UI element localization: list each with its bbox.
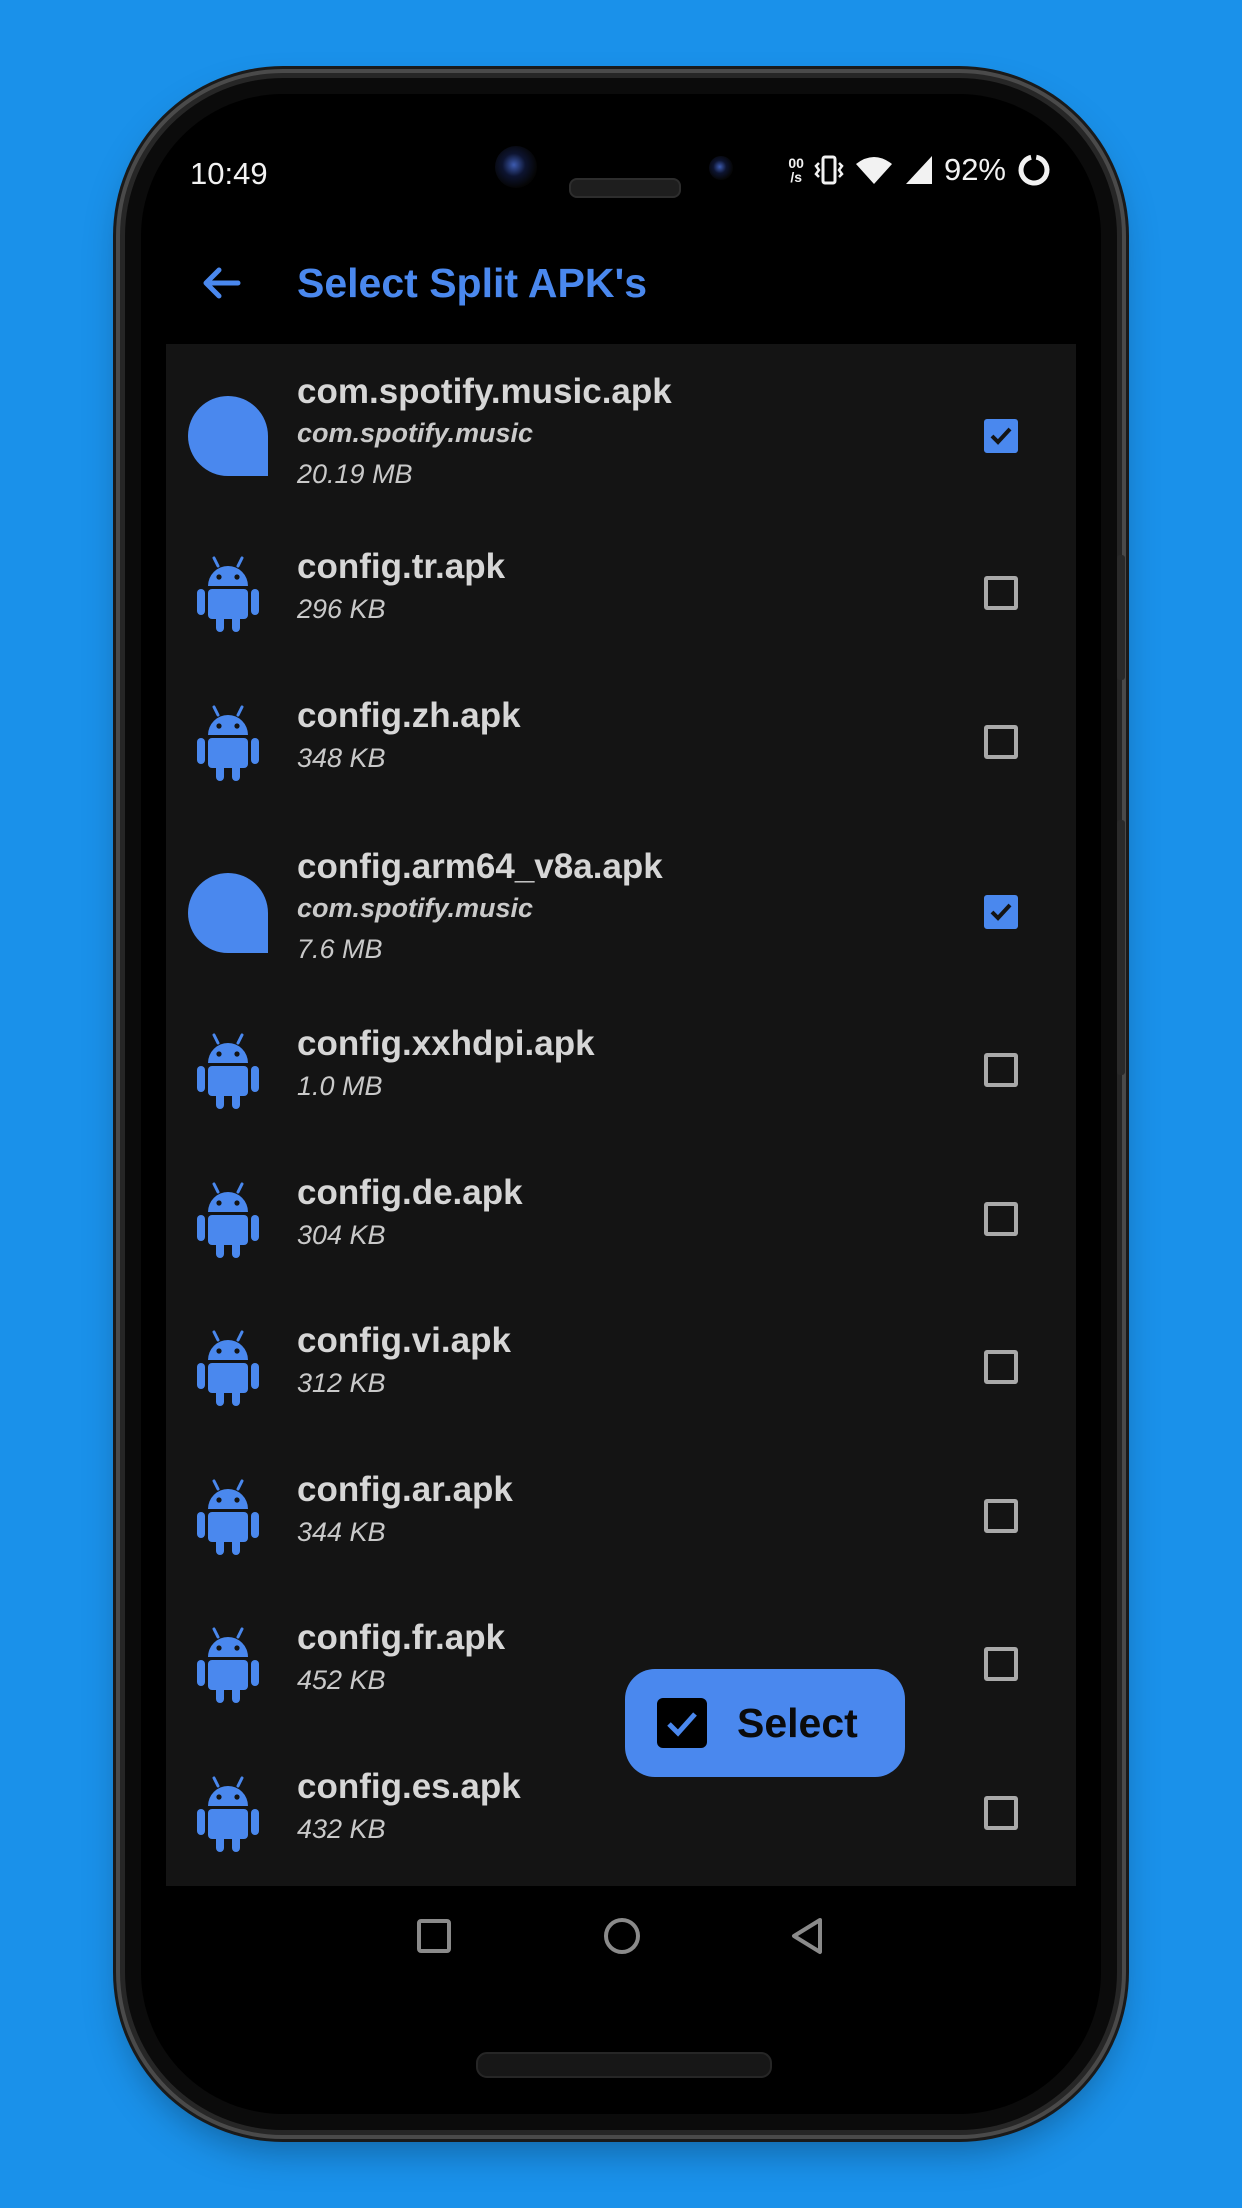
android-icon <box>197 705 259 781</box>
item-package: com.spotify.music <box>297 418 534 448</box>
vibrate-icon <box>814 155 844 185</box>
signal-icon <box>905 156 932 184</box>
item-texts: config.es.apk 432 KB <box>297 1766 521 1850</box>
list-item[interactable]: config.es.apk 432 KB <box>166 1740 1076 1886</box>
item-texts: com.spotify.music.apk com.spotify.music … <box>297 371 672 495</box>
list-item[interactable]: config.vi.apk 312 KB <box>166 1294 1076 1443</box>
android-icon <box>197 1479 259 1555</box>
back-triangle-icon[interactable] <box>790 1916 826 1956</box>
item-checkbox[interactable] <box>984 1796 1018 1830</box>
item-texts: config.fr.apk 452 KB <box>297 1617 505 1701</box>
item-size: 7.6 MB <box>297 934 383 964</box>
android-icon <box>197 556 259 632</box>
recents-square-icon[interactable] <box>416 1918 452 1954</box>
item-texts: config.vi.apk 312 KB <box>297 1320 511 1404</box>
item-size: 296 KB <box>297 594 386 624</box>
power-button <box>1117 820 1125 1075</box>
item-checkbox[interactable] <box>984 419 1018 453</box>
item-name: com.spotify.music.apk <box>297 372 672 411</box>
select-button[interactable]: Select <box>625 1669 905 1777</box>
item-name: config.de.apk <box>297 1173 523 1212</box>
arrow-back-icon <box>203 267 241 299</box>
battery-percent: 92% <box>943 152 1006 187</box>
list-item[interactable]: config.arm64_v8a.apk com.spotify.music 7… <box>166 817 1076 997</box>
item-package: com.spotify.music <box>297 893 534 923</box>
item-size: 20.19 MB <box>297 459 413 489</box>
item-size: 344 KB <box>297 1517 386 1547</box>
item-checkbox[interactable] <box>984 1202 1018 1236</box>
item-checkbox[interactable] <box>984 1053 1018 1087</box>
item-name: config.fr.apk <box>297 1618 506 1657</box>
data-speed-icon: 00/s <box>788 155 804 185</box>
earpiece-speaker <box>569 178 681 198</box>
item-texts: config.arm64_v8a.apk com.spotify.music 7… <box>297 846 663 970</box>
item-size: 304 KB <box>297 1220 386 1250</box>
list-item[interactable]: config.zh.apk 348 KB <box>166 669 1076 817</box>
item-name: config.xxhdpi.apk <box>297 1024 595 1063</box>
front-sensor <box>709 156 733 180</box>
item-size: 432 KB <box>297 1814 386 1844</box>
item-name: config.arm64_v8a.apk <box>297 847 663 886</box>
apk-list[interactable]: com.spotify.music.apk com.spotify.music … <box>166 344 1076 1886</box>
list-item[interactable]: config.tr.apk 296 KB <box>166 520 1076 669</box>
list-item[interactable]: config.ar.apk 344 KB <box>166 1443 1076 1591</box>
android-icon <box>197 1330 259 1406</box>
status-icons: 00/s 92% <box>788 152 1052 188</box>
front-camera <box>495 146 537 188</box>
check-icon <box>990 903 1012 921</box>
list-item[interactable]: config.xxhdpi.apk 1.0 MB <box>166 997 1076 1146</box>
battery-ring-icon <box>1018 154 1050 186</box>
list-item[interactable]: config.fr.apk 452 KB <box>166 1591 1076 1740</box>
nav-bar <box>166 1886 1076 1990</box>
item-name: config.vi.apk <box>297 1321 511 1360</box>
item-texts: config.de.apk 304 KB <box>297 1172 523 1256</box>
phone-bottom-grille <box>476 2052 772 2078</box>
item-checkbox[interactable] <box>984 1350 1018 1384</box>
phone-screen: 10:49 00/s 92% Select Split APK's com.sp… <box>166 128 1076 1990</box>
status-time: 10:49 <box>190 156 268 191</box>
android-icon <box>197 1627 259 1703</box>
item-size: 348 KB <box>297 743 386 773</box>
list-item[interactable]: com.spotify.music.apk com.spotify.music … <box>166 344 1076 520</box>
item-size: 1.0 MB <box>297 1071 383 1101</box>
item-checkbox[interactable] <box>984 895 1018 929</box>
item-size: 312 KB <box>297 1368 386 1398</box>
check-icon <box>990 427 1012 445</box>
home-circle-icon[interactable] <box>602 1916 642 1956</box>
item-checkbox[interactable] <box>984 576 1018 610</box>
back-button[interactable] <box>186 248 256 318</box>
wifi-icon <box>855 157 892 184</box>
item-texts: config.ar.apk 344 KB <box>297 1469 513 1553</box>
item-checkbox[interactable] <box>984 725 1018 759</box>
item-texts: config.xxhdpi.apk 1.0 MB <box>297 1023 595 1107</box>
item-name: config.es.apk <box>297 1767 521 1806</box>
item-texts: config.tr.apk 296 KB <box>297 546 505 630</box>
spotify-app-icon <box>188 873 268 953</box>
item-size: 452 KB <box>297 1665 386 1695</box>
android-icon <box>197 1182 259 1258</box>
page-title: Select Split APK's <box>297 260 648 306</box>
item-name: config.zh.apk <box>297 696 521 735</box>
item-name: config.tr.apk <box>297 547 506 586</box>
spotify-app-icon <box>188 396 268 476</box>
notch <box>461 118 779 228</box>
android-icon <box>197 1033 259 1109</box>
item-texts: config.zh.apk 348 KB <box>297 695 521 779</box>
list-item[interactable]: config.de.apk 304 KB <box>166 1146 1076 1294</box>
android-icon <box>197 1776 259 1852</box>
app-bar: Select Split APK's <box>166 220 1076 344</box>
item-name: config.ar.apk <box>297 1470 513 1509</box>
item-checkbox[interactable] <box>984 1499 1018 1533</box>
select-button-label: Select <box>737 1699 858 1746</box>
item-checkbox[interactable] <box>984 1647 1018 1681</box>
volume-button <box>1117 555 1125 680</box>
checkbox-checked-icon <box>657 1698 707 1748</box>
